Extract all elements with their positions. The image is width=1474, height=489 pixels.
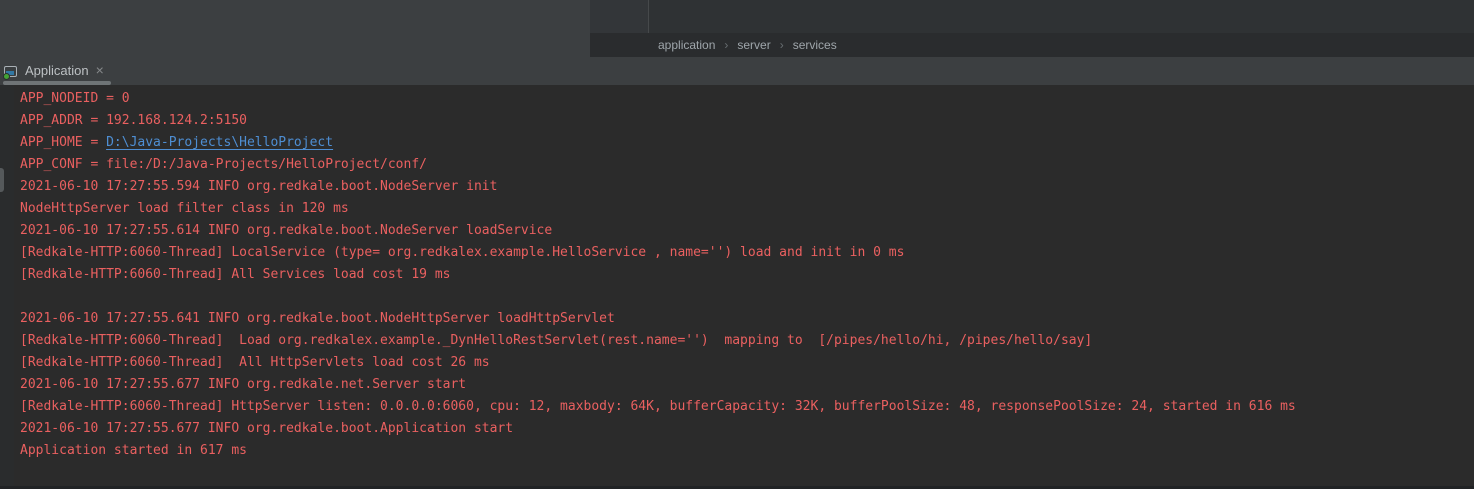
breadcrumb-separator-icon: › <box>780 38 784 52</box>
console-line: APP_HOME = D:\Java-Projects\HelloProject <box>0 132 1474 154</box>
console-line: [Redkale-HTTP:6060-Thread] HttpServer li… <box>0 396 1474 418</box>
console-line: 2021-06-10 17:27:55.614 INFO org.redkale… <box>0 220 1474 242</box>
console-line: [Redkale-HTTP:6060-Thread] All HttpServl… <box>0 352 1474 374</box>
running-badge-icon <box>3 73 10 80</box>
close-icon[interactable]: × <box>96 63 104 77</box>
console-line: [Redkale-HTTP:6060-Thread] All Services … <box>0 264 1474 286</box>
console-panel: APP_NODEID = 0APP_ADDR = 192.168.124.2:5… <box>0 85 1474 489</box>
breadcrumb: application › server › services <box>590 33 1474 57</box>
breadcrumb-item-services[interactable]: services <box>793 38 837 52</box>
tab-label: Application <box>25 63 89 78</box>
editor-panel-right <box>648 0 1474 33</box>
console-line: APP_NODEID = 0 <box>0 88 1474 110</box>
console-line: 2021-06-10 17:27:55.677 INFO org.redkale… <box>0 374 1474 396</box>
console-line: APP_CONF = file:/D:/Java-Projects/HelloP… <box>0 154 1474 176</box>
editor-panel-left <box>0 0 590 57</box>
run-console-icon <box>4 65 19 79</box>
console-line: APP_ADDR = 192.168.124.2:5150 <box>0 110 1474 132</box>
console-line <box>0 286 1474 308</box>
console-line: 2021-06-10 17:27:55.641 INFO org.redkale… <box>0 308 1474 330</box>
console-line: [Redkale-HTTP:6060-Thread] LocalService … <box>0 242 1474 264</box>
console-line: 2021-06-10 17:27:55.594 INFO org.redkale… <box>0 176 1474 198</box>
console-line: NodeHttpServer load filter class in 120 … <box>0 198 1474 220</box>
console-line: 2021-06-10 17:27:55.677 INFO org.redkale… <box>0 418 1474 440</box>
console-text: APP_HOME = <box>20 135 106 150</box>
breadcrumb-separator-icon: › <box>724 38 728 52</box>
editor-panel-middle <box>590 0 648 33</box>
console-line: [Redkale-HTTP:6060-Thread] Load org.redk… <box>0 330 1474 352</box>
console-output[interactable]: APP_NODEID = 0APP_ADDR = 192.168.124.2:5… <box>0 88 1474 462</box>
breadcrumb-item-application[interactable]: application <box>658 38 715 52</box>
console-line: Application started in 617 ms <box>0 440 1474 462</box>
console-tab-bar: Application × <box>0 57 1474 85</box>
file-link[interactable]: D:\Java-Projects\HelloProject <box>106 135 333 150</box>
breadcrumb-item-server[interactable]: server <box>737 38 770 52</box>
